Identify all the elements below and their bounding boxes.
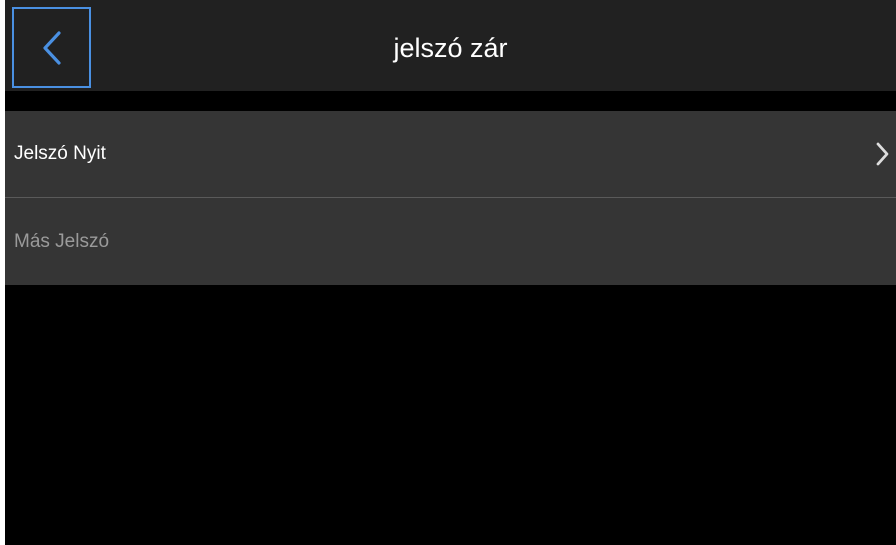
screen: jelszó zár Jelszó Nyit Más Jelszó [0, 0, 896, 545]
list-item-label: Jelszó Nyit [14, 143, 106, 164]
top-bar: jelszó zár [5, 0, 896, 91]
list-item-other-password: Más Jelszó [5, 198, 896, 285]
back-button[interactable] [12, 7, 91, 88]
settings-list: Jelszó Nyit Más Jelszó [5, 111, 896, 285]
page-title: jelszó zár [393, 33, 508, 63]
chevron-left-icon [42, 30, 61, 65]
list-item-label: Más Jelszó [14, 230, 110, 252]
chevron-right-icon [876, 142, 889, 166]
list-item-password-unlock[interactable]: Jelszó Nyit [5, 111, 896, 198]
